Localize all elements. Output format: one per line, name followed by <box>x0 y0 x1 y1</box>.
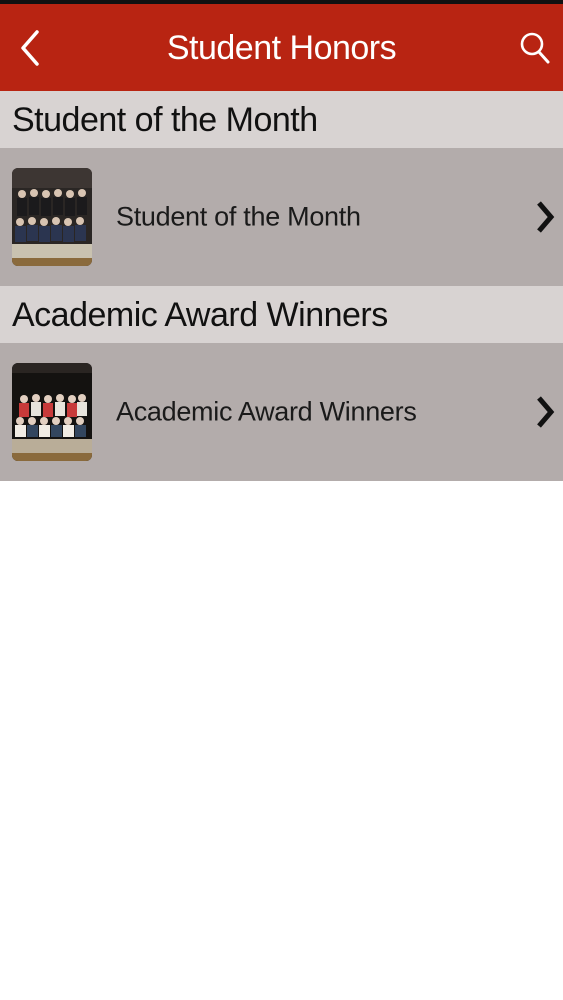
section-header-academic-award-winners: Academic Award Winners <box>0 286 563 343</box>
list-item-label: Student of the Month <box>116 201 361 232</box>
nav-header: Student Honors <box>0 4 563 91</box>
app-screen: Student Honors Student of the Month Stud… <box>0 0 563 1000</box>
chevron-right-icon <box>537 201 555 233</box>
section-title: Student of the Month <box>12 100 318 139</box>
group-photo-thumbnail <box>12 363 92 461</box>
list-item-label: Academic Award Winners <box>116 396 417 427</box>
group-photo-thumbnail <box>12 168 92 266</box>
list-item-academic-award-winners[interactable]: Academic Award Winners <box>0 343 563 481</box>
section-header-student-of-the-month: Student of the Month <box>0 91 563 148</box>
search-icon <box>520 32 550 64</box>
back-button[interactable] <box>10 26 50 70</box>
chevron-left-icon <box>21 30 39 66</box>
section-title: Academic Award Winners <box>12 295 388 334</box>
list-item-student-of-the-month[interactable]: Student of the Month <box>0 148 563 286</box>
search-button[interactable] <box>515 28 555 68</box>
chevron-right-icon <box>537 396 555 428</box>
page-title: Student Honors <box>166 28 397 67</box>
